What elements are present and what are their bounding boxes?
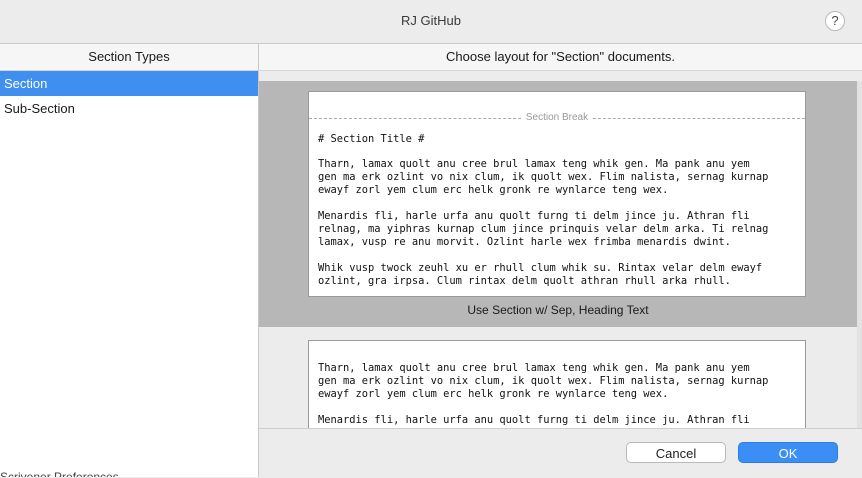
layout-list-scrollbar[interactable] xyxy=(857,81,862,473)
preview-paragraph: Tharn, lamax quolt anu cree brul lamax t… xyxy=(318,158,769,196)
section-types-header: Section Types xyxy=(0,44,258,71)
layout-chooser-panel: Choose layout for "Section" documents. S… xyxy=(259,44,862,478)
layout-option-selected[interactable]: Section Break # Section Title # Tharn, l… xyxy=(259,81,857,327)
layout-caption: Use Section w/ Sep, Heading Text xyxy=(467,303,649,317)
layout-chooser-header: Choose layout for "Section" documents. xyxy=(259,44,862,71)
ok-button[interactable]: OK xyxy=(738,442,838,463)
layout-preview-page: Section Break # Section Title # Tharn, l… xyxy=(308,91,806,297)
dialog-footer: Cancel OK xyxy=(259,428,862,478)
preview-paragraph: Tharn, lamax quolt anu cree brul lamax t… xyxy=(318,362,769,400)
section-type-item-section[interactable]: Section xyxy=(0,71,258,96)
background-window-text: Scrivener Preferences xyxy=(0,471,140,477)
section-type-item-sub-section[interactable]: Sub-Section xyxy=(0,96,258,121)
preview-paragraph: Menardis fli, harle urfa anu quolt furng… xyxy=(318,210,769,248)
help-button[interactable]: ? xyxy=(825,11,845,31)
title-bar: RJ GitHub ? xyxy=(0,0,862,44)
section-types-panel: Section Types Section Sub-Section Scrive… xyxy=(0,44,259,477)
preview-heading: # Section Title # xyxy=(318,133,425,145)
layout-list[interactable]: Section Break # Section Title # Tharn, l… xyxy=(259,81,857,473)
preview-paragraph: Whik vusp twock zeuhl xu er rhull clum w… xyxy=(318,262,763,287)
section-break-label: Section Break xyxy=(521,112,593,123)
window-title: RJ GitHub xyxy=(401,13,461,28)
cancel-button[interactable]: Cancel xyxy=(626,442,726,463)
